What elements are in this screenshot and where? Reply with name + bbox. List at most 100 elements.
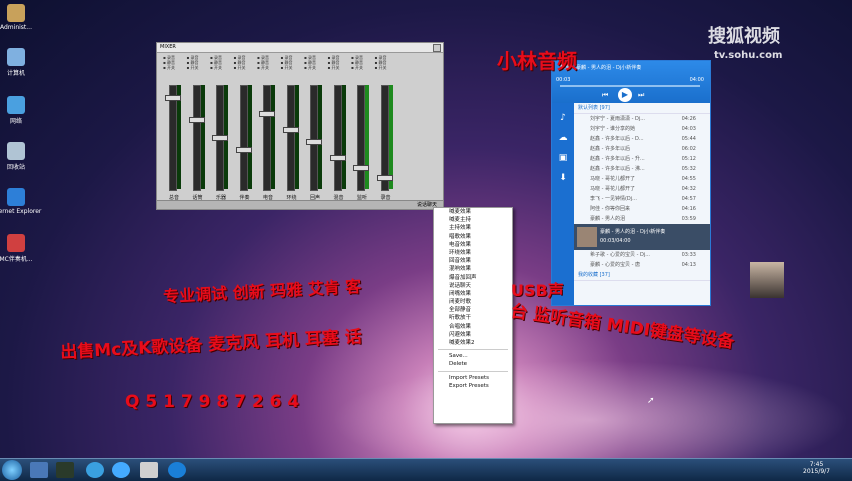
desktop-icon[interactable]: 回收站 [0, 142, 46, 171]
mixer-channel: ▪ 录音 ▪ 静音 ▪ 开关 电音 [257, 55, 277, 201]
artist-avatar [577, 227, 597, 247]
k-app-icon[interactable] [168, 462, 186, 478]
menu-item[interactable]: 说话聊天 [434, 282, 512, 290]
fader-track[interactable] [239, 85, 248, 191]
playlist-row[interactable]: 马晓 - 哥花儿都开了 04:32 [574, 184, 710, 194]
fader-track[interactable] [192, 85, 201, 191]
start-button[interactable] [2, 460, 22, 480]
playlist-row[interactable]: 赵鑫 - 许多年以后 06:02 [574, 144, 710, 154]
desktop-icon-label: 回收站 [6, 164, 25, 171]
menu-item[interactable]: 喊麦效果 [434, 208, 512, 216]
menu-item[interactable]: 闪避效果 [434, 331, 512, 339]
menu-item[interactable]: 喊麦主持 [434, 216, 512, 224]
menu-item[interactable]: 环绕效果 [434, 249, 512, 257]
playlist-row[interactable]: 刘宇宁 - 夏雨潇潇 - Dj... 04:26 [574, 114, 710, 124]
close-button[interactable] [433, 44, 441, 52]
cloud-icon[interactable]: ☁ [552, 133, 574, 143]
song-duration: 04:57 [681, 196, 696, 202]
menu-action[interactable]: Delete [434, 360, 512, 368]
clock[interactable]: 7:45 2015/9/7 [803, 461, 830, 475]
music-icon[interactable]: ♪ [552, 113, 574, 123]
desktop-icon-image [7, 4, 25, 22]
menu-item[interactable]: 喊麦效果2 [434, 339, 512, 347]
play-button[interactable]: ▶ [618, 88, 632, 102]
menu-item[interactable]: 全部静音 [434, 306, 512, 314]
fader-track[interactable] [333, 85, 342, 191]
playlist-row[interactable]: 赵鑫 - 许多年以后 - 升... 05:12 [574, 154, 710, 164]
playlist-row[interactable]: 刘宇宁 - 谁分享的她 04:03 [574, 124, 710, 134]
playlist-row[interactable]: 李飞 - 一见钟情(Dj... 04:57 [574, 194, 710, 204]
ie-icon[interactable] [86, 462, 104, 478]
playlist-row[interactable]: 阿佳 - 你等你回来 04:16 [574, 204, 710, 214]
kugou-icon[interactable] [140, 462, 158, 478]
desktop-icon-label: Administ... [0, 24, 32, 31]
playlist-row[interactable]: 豪麟 - 心爱的宝贝 - 唐 04:13 [574, 260, 710, 270]
fader-knob[interactable] [353, 165, 369, 171]
fader-knob[interactable] [212, 135, 228, 141]
fader-track[interactable] [263, 85, 271, 191]
prev-button[interactable]: ⏮ [602, 91, 608, 100]
favorites-header[interactable]: 我的收藏 [37] [574, 270, 710, 281]
fader-track[interactable] [286, 85, 295, 191]
desktop-icon[interactable]: Administ... [0, 4, 46, 31]
overlay-qq: Q 5 1 7 9 8 7 2 6 4 [125, 392, 300, 412]
qq-icon[interactable] [30, 462, 48, 478]
desktop-icon-image [7, 96, 25, 114]
desktop-icon[interactable]: 计算机 [0, 48, 46, 77]
progress-bar[interactable] [560, 85, 700, 87]
menu-item[interactable]: 爆音加回声 [434, 274, 512, 282]
menu-item[interactable]: 主持效果 [434, 224, 512, 232]
playlist-row[interactable]: 马晓 - 哥花儿都开了 04:55 [574, 174, 710, 184]
fader-knob[interactable] [235, 147, 252, 153]
menu-item[interactable]: 电音效果 [434, 241, 512, 249]
playlist-row[interactable]: 赵鑫 - 许多年以后 - 沸... 05:32 [574, 164, 710, 174]
playlist-row[interactable]: 希子歌 - 心爱的宝贝 - Dj... 03:33 [574, 250, 710, 260]
fader-knob[interactable] [376, 175, 393, 181]
now-playing-row[interactable]: 豪麟 - 男人的泪 - Dj小新伴奏 00:03/04:00 [574, 224, 710, 250]
level-meter [247, 85, 252, 189]
fader-knob[interactable] [329, 155, 346, 161]
playlist-header[interactable]: 默认列表 [97] [574, 103, 710, 114]
fader-track[interactable] [310, 85, 318, 191]
overlay-title: 小林音频 [497, 49, 577, 73]
qqmusic-icon[interactable] [112, 462, 130, 478]
desktop-icon[interactable]: MC伴奏机... [0, 234, 46, 263]
media-icon[interactable] [56, 462, 74, 478]
menu-item[interactable]: 回音效果 [434, 257, 512, 265]
menu-item[interactable]: 合唱效果 [434, 323, 512, 331]
desktop-icon[interactable]: 网络 [0, 96, 46, 125]
fader-knob[interactable] [165, 95, 181, 101]
time-end: 04:00 [689, 77, 704, 83]
fader-track[interactable] [357, 85, 365, 191]
menu-item[interactable]: 唱歌效果 [434, 233, 512, 241]
menu-preset[interactable]: Import Presets [434, 374, 512, 382]
video-icon[interactable]: ▣ [552, 153, 574, 163]
song-duration: 05:44 [681, 136, 696, 142]
next-button[interactable]: ⏭ [638, 91, 644, 100]
mixer-channel: ▪ 录音 ▪ 静音 ▪ 开关 混音 [328, 55, 348, 201]
menu-preset[interactable]: Export Presets [434, 382, 512, 390]
playlist-row[interactable]: 赵鑫 - 许多年以后 - D... 05:44 [574, 134, 710, 144]
menu-item[interactable]: 闭麦时歌 [434, 298, 512, 306]
menu-item[interactable]: 闭嘴效果 [434, 290, 512, 298]
level-meter [341, 85, 346, 189]
fader-knob[interactable] [259, 111, 275, 117]
mixer-channel: ▪ 录音 ▪ 静音 ▪ 开关 回声 [304, 55, 324, 201]
menu-item[interactable]: 听歌放干 [434, 314, 512, 322]
player-sidebar: ♪ ☁ ▣ ⬇ [552, 103, 574, 305]
fader-knob[interactable] [306, 139, 322, 145]
desktop-icon-image [7, 142, 25, 160]
context-menu: 喊麦效果 喊麦主持 主持效果 唱歌效果 电音效果 环绕效果 回音效果 混响效果 爆音加回声 说话聊… [433, 207, 513, 424]
song-duration: 04:16 [681, 206, 696, 212]
mixer-titlebar[interactable]: MIXER [157, 43, 443, 53]
fader-knob[interactable] [282, 127, 299, 133]
song-title: 赵鑫 - 许多年以后 - D... [590, 136, 644, 142]
desktop-icon[interactable]: Internet Explorer [0, 188, 46, 215]
playlist-row[interactable]: 豪麟 - 男人的泪 03:59 [574, 214, 710, 224]
song-duration: 03:33 [681, 252, 696, 258]
download-icon[interactable]: ⬇ [552, 173, 574, 183]
playing-title: 豪麟 - 男人的泪 - Dj小新伴奏 [600, 229, 666, 235]
fader-knob[interactable] [188, 117, 205, 123]
menu-action[interactable]: Save... [434, 352, 512, 360]
menu-item[interactable]: 混响效果 [434, 265, 512, 273]
